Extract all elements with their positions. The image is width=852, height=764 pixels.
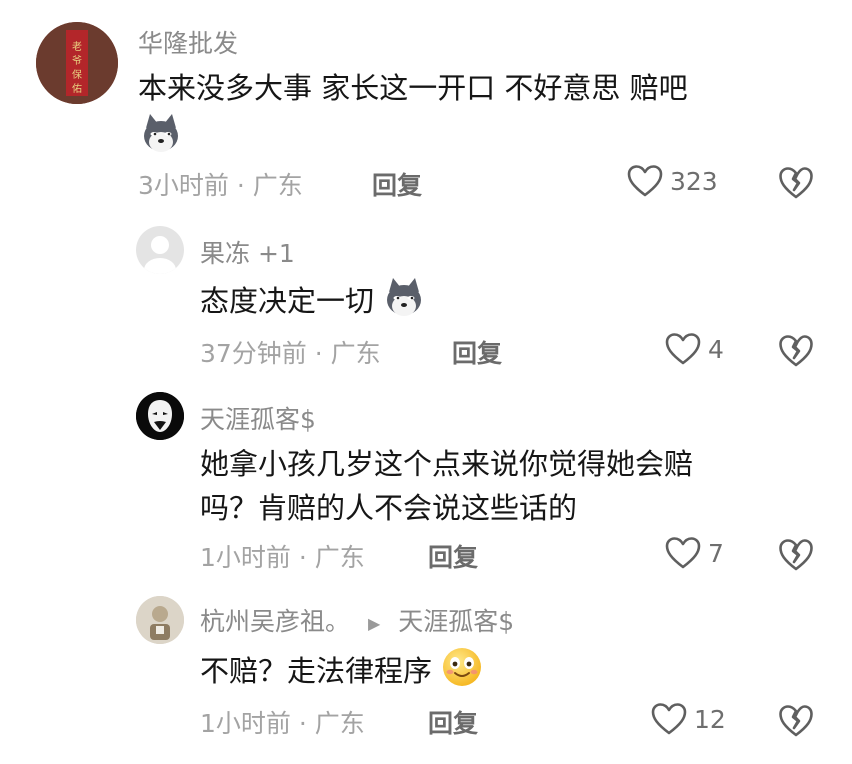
dog-emoji [140,112,182,158]
reply-button[interactable]: 回复 [428,538,478,574]
reply-to-username[interactable]: 天涯孤客$ [398,607,514,636]
comment-text-body: 不赔？走法律程序 [200,654,433,688]
svg-text:老: 老 [72,40,82,53]
comment-text: 她拿小孩几岁这个点来说你觉得她会赔 吗？肯赔的人不会说这些话的 [200,442,820,530]
comment-text: 态度决定一切 [200,276,425,330]
avatar[interactable] [136,392,184,440]
dislike-button[interactable] [778,704,814,742]
comment-text: 本来没多大事 家长这一开口 不好意思 赔吧 [138,66,828,110]
heart-icon [627,165,663,197]
like-button[interactable]: 4 [664,332,724,366]
svg-text:爷: 爷 [72,54,82,67]
like-button[interactable]: 323 [626,164,718,198]
heart-icon [665,537,701,569]
username[interactable]: 果冻 +1 [200,234,295,270]
comment-text-body: 本来没多大事 家长这一开口 不好意思 赔吧 [138,71,688,105]
broken-heart-icon [779,335,813,367]
time-location: 3小时前 · 广东 [138,171,303,200]
time-location: 37分钟前 · 广东 [200,339,381,368]
time-location: 1小时前 · 广东 [200,709,365,738]
comment-text-line-1: 她拿小孩几岁这个点来说你觉得她会赔 [200,447,694,481]
comment-text: 不赔？走法律程序 [200,646,483,700]
comment-text-body: 态度决定一切 [200,284,375,318]
comment-1: 老 爷 保 佑 华隆批发 本来没多大事 家长这一开口 不好意思 赔吧 3小时前 … [0,0,852,210]
username[interactable]: 天涯孤客$ [200,400,316,436]
smile-emoji [441,646,483,700]
svg-text:佑: 佑 [72,82,82,95]
avatar[interactable]: 老 爷 保 佑 [36,22,118,104]
avatar[interactable] [136,226,184,274]
broken-heart-icon [779,167,813,199]
avatar[interactable] [136,596,184,644]
username: 杭州吴彦祖。 ▶ 天涯孤客$ [200,602,514,638]
reply-arrow-icon: ▶ [367,613,381,633]
like-count: 4 [708,334,724,364]
svg-text:保: 保 [72,68,82,81]
like-count: 12 [694,704,726,734]
broken-heart-icon [779,705,813,737]
like-count: 7 [708,538,724,568]
reply-button[interactable]: 回复 [372,166,422,202]
like-count: 323 [670,166,718,196]
dislike-button[interactable] [778,166,814,204]
like-button[interactable]: 12 [650,702,726,736]
dislike-button[interactable] [778,538,814,576]
time-location: 1小时前 · 广东 [200,543,365,572]
username[interactable]: 华隆批发 [138,24,238,60]
comment-2: 果冻 +1 态度决定一切 37分钟前 · 广东 回复 4 [0,210,852,380]
heart-icon [651,703,687,735]
username-text[interactable]: 杭州吴彦祖。 [200,607,350,636]
comment-text-line-2: 吗？肯赔的人不会说这些话的 [200,491,578,525]
heart-icon [665,333,701,365]
comment-4: 杭州吴彦祖。 ▶ 天涯孤客$ 不赔？走法律程序 1小时前 · 广东 回复 12 [0,592,852,764]
dog-emoji [383,276,425,330]
comment-3: 天涯孤客$ 她拿小孩几岁这个点来说你觉得她会赔 吗？肯赔的人不会说这些话的 1小… [0,380,852,592]
reply-button[interactable]: 回复 [452,334,502,370]
dislike-button[interactable] [778,334,814,372]
reply-button[interactable]: 回复 [428,704,478,740]
broken-heart-icon [779,539,813,571]
like-button[interactable]: 7 [664,536,724,570]
